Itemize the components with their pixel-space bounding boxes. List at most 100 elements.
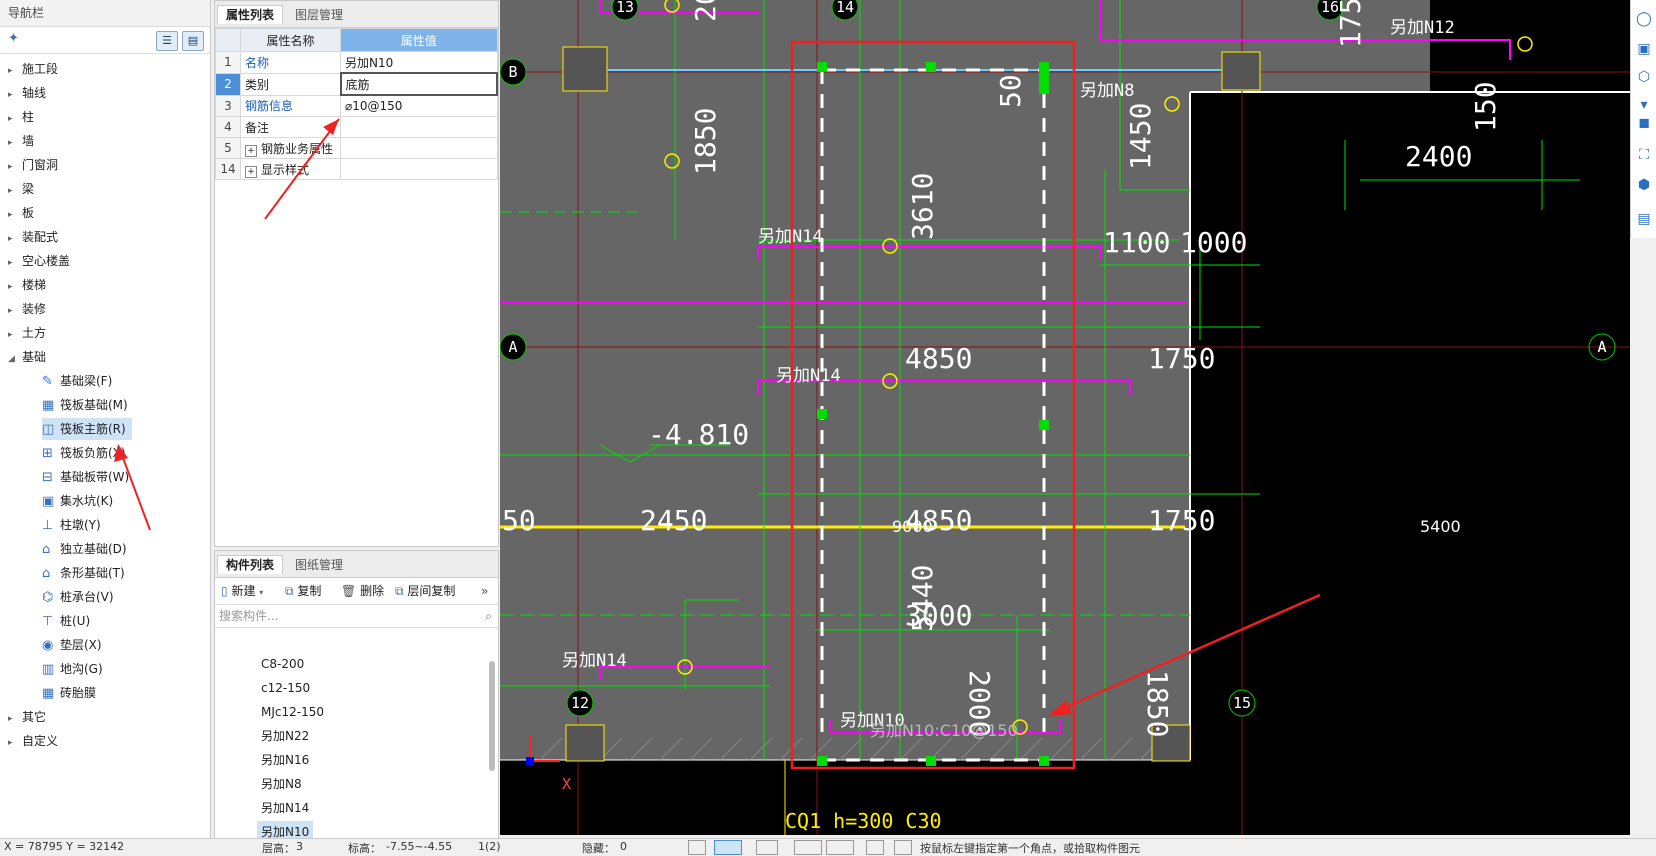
drawing-svg[interactable]: 13 14 16 B A A 12 15 A 另加N12 另加N8 另加N14 … [500, 0, 1630, 835]
sub-tree-node[interactable]: ⌬ 桩承台(V) [42, 586, 120, 608]
more-icon[interactable]: » [481, 582, 488, 600]
3d-view-icon[interactable]: ▣ [1635, 40, 1653, 58]
snap-add-icon[interactable] [826, 840, 854, 855]
sub-tree-node[interactable]: ⊟ 基础板带(W) [42, 466, 135, 488]
new-icon: ▯ [221, 584, 228, 598]
orbit-icon[interactable]: ◯ [1635, 10, 1653, 28]
sub-tree-node[interactable]: ⌂ 独立基础(D) [42, 538, 133, 560]
collapsed-icon[interactable]: ▸ [8, 204, 22, 226]
tree-node[interactable]: ▸ 其它 [8, 706, 46, 728]
component-search[interactable]: 搜索构件... ⌕ [215, 605, 498, 628]
component-type-icon: ✎ [42, 374, 53, 389]
expanded-icon[interactable]: ◢ [8, 348, 22, 370]
snap-intersect-icon[interactable] [756, 840, 778, 855]
tree-node[interactable]: ▸ 土方 [8, 322, 46, 344]
snap-save-icon[interactable] [866, 840, 884, 855]
floor-copy-icon: ⧉ [395, 584, 404, 598]
properties-icon[interactable]: ▤ [1635, 210, 1653, 228]
component-type-icon: ▥ [42, 662, 55, 677]
dim-text: 50 [502, 504, 536, 537]
list-item[interactable]: C8-200 [257, 653, 308, 675]
fullscreen-icon[interactable]: ⛶ [1635, 146, 1653, 164]
collapsed-icon[interactable]: ▸ [8, 252, 22, 274]
sub-tree-node[interactable]: ◫ 筏板主筋(R) [42, 418, 132, 440]
sub-tree-node[interactable]: ▦ 砖胎膜 [42, 682, 102, 704]
dim-text: 1100 [1103, 226, 1170, 259]
page-indicator: 1(2) [478, 840, 501, 853]
tree-node[interactable]: ▸ 空心楼盖 [8, 250, 70, 272]
collapsed-icon[interactable]: ▸ [8, 732, 22, 754]
collapsed-icon[interactable]: ▸ [8, 132, 22, 154]
snap-ortho-icon[interactable] [688, 840, 706, 855]
floor-copy-button[interactable]: ⧉ 层间复制 [395, 582, 455, 600]
sub-tree-node[interactable]: ▣ 集水坑(K) [42, 490, 119, 512]
collapsed-icon[interactable]: ▸ [8, 180, 22, 202]
component-type-icon: ⊞ [42, 446, 53, 461]
collapsed-icon[interactable]: ▸ [8, 108, 22, 130]
collapsed-icon[interactable]: ▸ [8, 708, 22, 730]
list-item[interactable]: 另加N14 [257, 797, 313, 819]
dim-text: 50 [994, 74, 1027, 108]
sub-tree-node[interactable]: ◉ 垫层(X) [42, 634, 108, 656]
search-input[interactable]: 搜索构件... [219, 609, 278, 623]
sub-tree-node[interactable]: ▥ 地沟(G) [42, 658, 109, 680]
pin-icon[interactable]: ✦ [8, 31, 19, 46]
tree-node[interactable]: ▸ 墙 [8, 130, 34, 152]
tree-node[interactable]: ▸ 装修 [8, 298, 46, 320]
tree-node[interactable]: ▸ 柱 [8, 106, 34, 128]
tab-component-list[interactable]: 构件列表 [217, 555, 284, 574]
snap-angle-icon[interactable] [794, 840, 822, 855]
sub-tree-node[interactable]: ⊤ 桩(U) [42, 610, 96, 632]
collapsed-icon[interactable]: ▸ [8, 60, 22, 82]
component-type-icon: ⊟ [42, 470, 53, 485]
tree-node[interactable]: ▸ 轴线 [8, 82, 46, 104]
snap-grid-icon[interactable] [714, 840, 742, 855]
tree-node[interactable]: ▸ 梁 [8, 178, 34, 200]
cad-canvas[interactable]: 13 14 16 B A A 12 15 A 另加N12 另加N8 另加N14 … [500, 0, 1630, 835]
list-item[interactable]: c12-150 [257, 677, 314, 699]
collapsed-icon[interactable]: ▸ [8, 228, 22, 250]
sub-tree-node[interactable]: ⊞ 筏板负筋(X) [42, 442, 132, 464]
component-type-icon: ⌂ [42, 542, 51, 557]
cube-icon[interactable]: ⬡ [1635, 68, 1653, 86]
sub-tree-node[interactable]: ⊥ 柱墩(Y) [42, 514, 107, 536]
collapsed-icon[interactable]: ▸ [8, 276, 22, 298]
sub-tree-node[interactable]: ▦ 筏板基础(M) [42, 394, 134, 416]
axis-bubble: A [508, 338, 517, 356]
list-item[interactable]: MJc12-150 [257, 701, 328, 723]
scrollbar[interactable] [489, 661, 495, 771]
tree-node[interactable]: ▸ 板 [8, 202, 34, 224]
list-item[interactable]: 另加N22 [257, 725, 313, 747]
dim-text: 1750 [1148, 504, 1215, 537]
view-cube-icon[interactable]: ⬢ [1635, 176, 1653, 194]
rebar-info-tooltip: 另加N10:C10@150 [870, 721, 1018, 740]
tree-node[interactable]: ▸ 自定义 [8, 730, 58, 752]
list-item[interactable]: 另加N16 [257, 749, 313, 771]
copy-button[interactable]: ⧉ 复制 [285, 582, 321, 600]
tree-node[interactable]: ◢ 基础 [8, 346, 46, 368]
sub-tree-node[interactable]: ✎ 基础梁(F) [42, 370, 118, 392]
collapsed-icon[interactable]: ▸ [8, 324, 22, 346]
tree-node[interactable]: ▸ 楼梯 [8, 274, 46, 296]
new-button[interactable]: ▯ 新建 ▾ [221, 582, 263, 600]
snap-curve-icon[interactable] [894, 840, 912, 855]
tree-node[interactable]: ▸ 装配式 [8, 226, 58, 248]
search-icon[interactable]: ⌕ [485, 605, 492, 627]
collapsed-icon[interactable]: ▸ [8, 84, 22, 106]
collapsed-icon[interactable]: ▸ [8, 300, 22, 322]
navigation-panel: 导航栏 ✦ ☰ ▤ ▸ 施工段 ▸ 轴线 ▸ 柱 ▸ 墙 ▸ 门窗洞 ▸ 梁 ▸ 板 ▸ 装配式 ▸ 空心楼盖 ▸ 楼… [0, 0, 211, 838]
chevron-down-icon[interactable]: ▾ [259, 588, 263, 597]
sub-tree-node[interactable]: ⌂ 条形基础(T) [42, 562, 131, 584]
delete-icon: 🗑 [341, 584, 357, 598]
delete-button[interactable]: 🗑 删除 [341, 582, 384, 600]
chevron-down-icon[interactable]: ▾ [1635, 96, 1653, 114]
list-item[interactable]: 另加N8 [257, 773, 306, 795]
collapsed-icon[interactable]: ▸ [8, 156, 22, 178]
list-view-icon[interactable]: ☰ [156, 31, 178, 51]
solid-cube-icon[interactable]: ◼ [1635, 114, 1653, 132]
component-panel: 构件列表 图纸管理 ▯ 新建 ▾ ⧉ 复制 🗑 删除 ⧉ 层间复制 » 搜索构件… [214, 550, 499, 840]
tree-node[interactable]: ▸ 施工段 [8, 58, 58, 80]
tab-drawing-management[interactable]: 图纸管理 [287, 554, 351, 576]
tree-node[interactable]: ▸ 门窗洞 [8, 154, 58, 176]
detail-view-icon[interactable]: ▤ [182, 31, 204, 51]
